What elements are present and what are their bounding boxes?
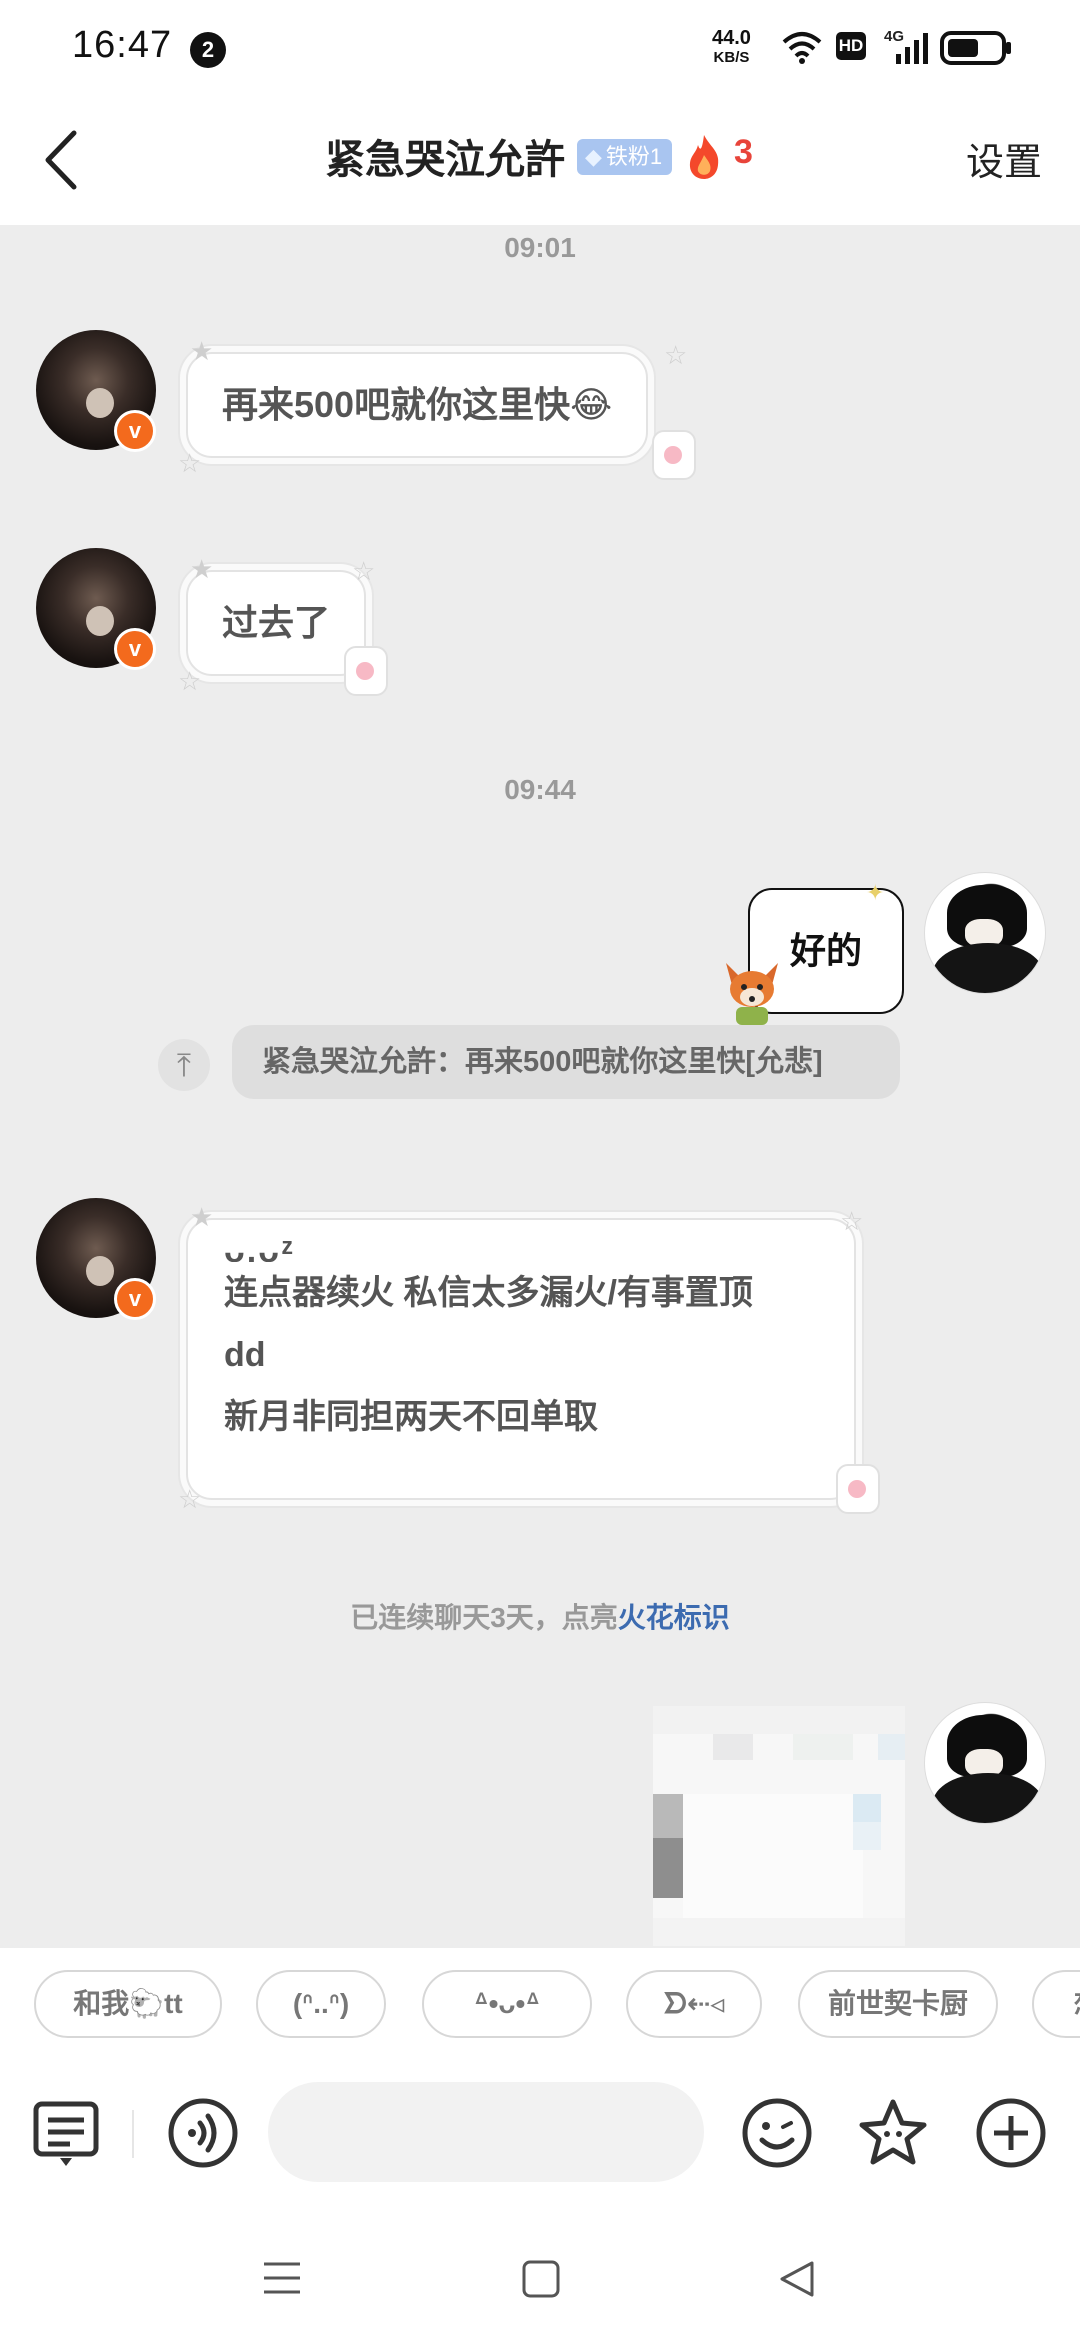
timestamp: 09:01 (504, 232, 576, 263)
chat-header: 紧急哭泣允許 ◆ 铁粉1 3 设置 (0, 95, 1080, 225)
hd-icon: HD (836, 32, 866, 60)
star-decoration-icon: ★ (190, 336, 214, 366)
add-icon[interactable] (974, 2096, 1048, 2170)
quote-text: 紧急哭泣允許：再来500吧就你这里快[允悲] (232, 1025, 900, 1099)
bottle-decoration-icon (836, 1464, 880, 1514)
my-avatar[interactable] (924, 872, 1046, 994)
system-nav-bar (0, 2210, 1080, 2340)
message-line: 连点器续火 私信太多漏火/有事置顶 (224, 1274, 753, 1312)
star-decoration-icon: ✦ (866, 880, 885, 905)
chat-title[interactable]: 紧急哭泣允許 (325, 127, 565, 185)
network-speed: 44.0 KB/S (712, 28, 751, 68)
message-input-bar (0, 2058, 1080, 2210)
home-icon[interactable] (522, 2260, 560, 2298)
verified-badge-icon: v (114, 1278, 156, 1320)
settings-button[interactable]: 设置 (966, 131, 1042, 186)
image-message[interactable] (653, 1706, 905, 1946)
notification-count-badge: 2 (190, 32, 226, 68)
star-sticker-icon[interactable] (856, 2096, 930, 2170)
recent-apps-icon[interactable] (262, 2260, 302, 2296)
paw-shape (86, 388, 114, 418)
wifi-icon (782, 32, 822, 64)
signal-icon (896, 33, 928, 64)
message-text: 过去了 (222, 602, 331, 643)
message-text: 再来500吧就你这里快😂 (222, 384, 613, 425)
fox-sticker-icon (726, 963, 778, 1025)
back-arrow-icon[interactable] (30, 125, 100, 195)
status-time: 16:47 (72, 24, 173, 66)
star-decoration-icon: ☆ (178, 448, 202, 478)
quote-arrow-icon: ⤒ (158, 1039, 210, 1091)
quick-reply-chip[interactable]: 前世契卡厨 (798, 1970, 998, 2038)
incoming-message-bubble[interactable]: 过去了 (186, 570, 367, 676)
fire-icon[interactable] (686, 133, 722, 181)
fire-streak-count: 3 (734, 133, 753, 171)
fan-level-label: 铁粉1 (605, 144, 663, 169)
quick-reply-chip[interactable]: (ᐢ..ᐢ) (256, 1970, 386, 2038)
bottle-decoration-icon (344, 646, 388, 696)
message-text: 好的 (789, 930, 862, 971)
divider (132, 2110, 134, 2158)
message-text-field[interactable] (268, 2082, 704, 2182)
verified-badge-icon: v (114, 628, 156, 670)
star-decoration-icon: ☆ (352, 556, 376, 586)
system-text: 已连续聊天3天，点亮 (350, 1602, 618, 1633)
verified-badge-icon: v (114, 410, 156, 452)
diamond-icon: ◆ (585, 144, 602, 169)
star-decoration-icon: ☆ (664, 340, 688, 370)
bottle-decoration-icon (652, 430, 696, 480)
star-decoration-icon: ☆ (840, 1206, 864, 1236)
message-line: 新月非同担两天不回单取 (224, 1398, 598, 1436)
quick-reply-chip[interactable]: 和我🐑tt (34, 1970, 222, 2038)
paw-shape (86, 606, 114, 636)
battery-icon (940, 31, 1011, 65)
incoming-message-bubble[interactable]: ᴗ.ᴗᶻ 连点器续火 私信太多漏火/有事置顶 dd 新月非同担两天不回单取 (186, 1218, 856, 1500)
quick-reply-chip[interactable]: ᗤ⇠◃ (626, 1970, 762, 2038)
fan-level-badge[interactable]: ◆ 铁粉1 (577, 139, 673, 175)
network-speed-value: 44.0 (712, 27, 751, 49)
paw-shape (86, 1256, 114, 1286)
voice-icon[interactable] (166, 2096, 240, 2170)
back-nav-icon[interactable] (778, 2260, 816, 2298)
star-decoration-icon: ☆ (178, 1484, 202, 1514)
star-decoration-icon: ★ (190, 554, 214, 584)
quick-reply-bar: 和我🐑tt (ᐢ..ᐢ) ᐞ•ᴗ•ᐞ ᗤ⇠◃ 前世契卡厨 想 (0, 1948, 1080, 2058)
star-decoration-icon: ☆ (178, 666, 202, 696)
quick-reply-chip[interactable]: ᐞ•ᴗ•ᐞ (422, 1970, 592, 2038)
streak-system-message: 已连续聊天3天，点亮火花标识 (0, 1596, 1080, 1636)
status-bar: 16:47 2 44.0 KB/S HD 4G (0, 0, 1080, 95)
my-avatar[interactable] (924, 1702, 1046, 1824)
spark-badge-link[interactable]: 火花标识 (618, 1602, 730, 1633)
timestamp: 09:44 (504, 774, 576, 805)
message-line: ᴗ.ᴗᶻ (224, 1234, 296, 1262)
quick-reply-chip[interactable]: 想 (1032, 1970, 1080, 2038)
message-line: dd (224, 1336, 266, 1374)
menu-list-icon[interactable] (30, 2096, 104, 2170)
incoming-message-bubble[interactable]: 再来500吧就你这里快😂 (186, 352, 649, 458)
star-decoration-icon: ★ (190, 1202, 214, 1232)
network-speed-unit: KB/S (713, 49, 750, 66)
emoji-icon[interactable] (740, 2096, 814, 2170)
